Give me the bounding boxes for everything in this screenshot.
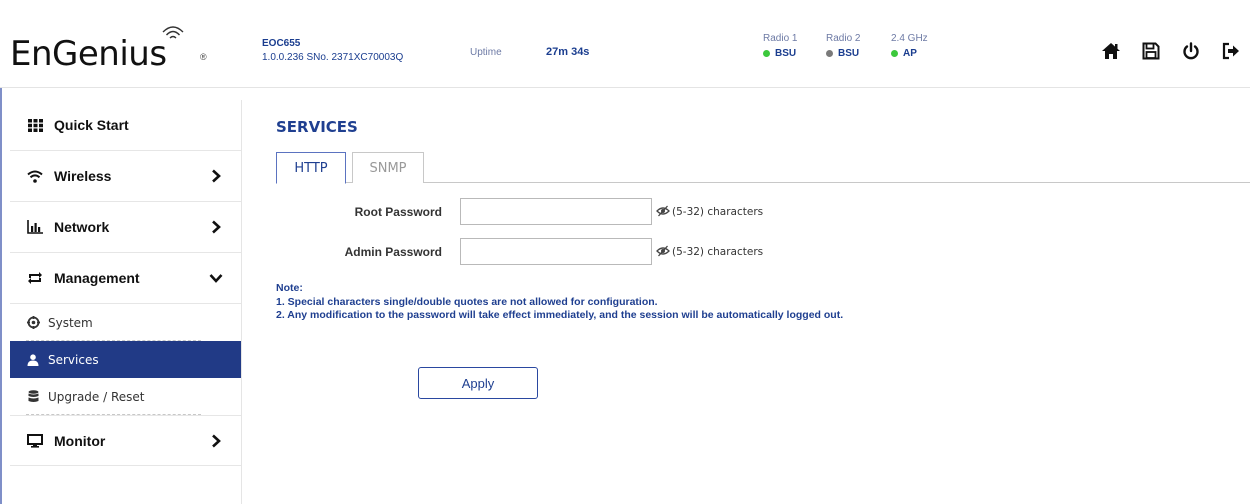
page-title: SERVICES — [276, 118, 358, 136]
radio-24ghz-status: 2.4 GHz AP — [891, 33, 928, 59]
chevron-right-icon — [212, 169, 221, 183]
home-icon[interactable] — [1100, 40, 1122, 62]
sidebar-item-label: Quick Start — [54, 117, 129, 133]
root-password-hint: (5-32) characters — [672, 206, 764, 218]
tab-bar: HTTP SNMP — [276, 152, 1250, 184]
root-password-row: Root Password (5-32) characters — [262, 198, 1250, 226]
radio-24ghz-label: 2.4 GHz — [891, 33, 928, 44]
database-icon — [26, 390, 40, 404]
main-content: SERVICES HTTP SNMP Root Password (5-32) … — [262, 100, 1250, 504]
sidebar-subitem-label: Upgrade / Reset — [48, 389, 145, 404]
sidebar-item-label: Network — [54, 219, 110, 235]
radio-24ghz-mode: AP — [903, 48, 917, 59]
note-block: Note: 1. Special characters single/doubl… — [276, 282, 843, 323]
device-firmware-serial: 1.0.0.236 SNo. 2371XC70003Q — [262, 52, 404, 63]
power-icon[interactable] — [1180, 40, 1202, 62]
sidebar-item-management[interactable]: Management — [10, 253, 241, 304]
radio-2-mode: BSU — [838, 48, 860, 59]
logo-registered-mark: ® — [200, 52, 207, 62]
radio-2-label: Radio 2 — [826, 33, 861, 44]
user-icon — [26, 353, 40, 367]
sidebar-subitem-services[interactable]: Services — [10, 341, 241, 378]
radio-2-status: Radio 2 BSU — [826, 33, 860, 59]
chevron-right-icon — [212, 220, 221, 234]
sidebar-item-quick-start[interactable]: Quick Start — [10, 100, 241, 151]
apply-button[interactable]: Apply — [418, 367, 538, 399]
uptime-label: Uptime — [470, 47, 502, 58]
sidebar-item-wireless[interactable]: Wireless — [10, 151, 241, 202]
gear-icon — [26, 316, 40, 330]
logo-wifi-icon — [162, 26, 184, 39]
admin-password-label: Admin Password — [344, 245, 442, 259]
logout-icon[interactable] — [1220, 40, 1242, 62]
sidebar-item-label: Wireless — [54, 168, 112, 184]
bar-chart-icon — [26, 218, 44, 236]
sidebar-subitem-system[interactable]: System — [10, 304, 241, 341]
sidebar-subitem-label: System — [48, 315, 93, 330]
sidebar-item-label: Monitor — [54, 432, 106, 449]
device-model: EOC655 — [262, 38, 301, 49]
tab-http[interactable]: HTTP — [276, 152, 346, 184]
radio-1-mode: BSU — [775, 48, 797, 59]
sidebar-item-monitor[interactable]: Monitor — [10, 415, 241, 466]
admin-password-hint: (5-32) characters — [672, 246, 764, 258]
sidebar-item-label: Management — [54, 270, 140, 286]
chevron-right-icon — [212, 434, 221, 448]
root-password-label: Root Password — [354, 205, 442, 219]
note-title: Note: — [276, 282, 303, 294]
status-dot-icon — [891, 50, 898, 57]
radio-1-label: Radio 1 — [763, 33, 798, 44]
eye-slash-icon[interactable] — [656, 205, 670, 217]
radio-1-status: Radio 1 BSU — [763, 33, 797, 59]
admin-password-input[interactable] — [460, 238, 652, 265]
brand-logo: EnGenius — [10, 34, 167, 74]
note-line-2: 2. Any modification to the password will… — [276, 309, 844, 321]
status-dot-icon — [826, 50, 833, 57]
status-dot-icon — [763, 50, 770, 57]
sidebar-item-network[interactable]: Network — [10, 202, 241, 253]
header-actions — [1100, 40, 1242, 62]
header-bar: EnGenius ® EOC655 1.0.0.236 SNo. 2371XC7… — [0, 0, 1250, 88]
management-icon — [26, 269, 44, 287]
monitor-icon — [26, 432, 44, 450]
root-password-input[interactable] — [460, 198, 652, 225]
admin-password-row: Admin Password (5-32) characters — [262, 238, 1250, 266]
save-icon[interactable] — [1140, 40, 1162, 62]
note-line-1: 1. Special characters single/double quot… — [276, 295, 658, 308]
uptime-value: 27m 34s — [546, 46, 590, 58]
wifi-icon — [26, 167, 44, 185]
sidebar-subitem-label: Services — [48, 352, 99, 367]
sidebar-subitem-upgrade-reset[interactable]: Upgrade / Reset — [10, 378, 241, 415]
tab-snmp[interactable]: SNMP — [352, 152, 424, 183]
chevron-down-icon — [209, 274, 223, 283]
grid-icon — [26, 116, 44, 134]
sidebar-nav: Quick Start Wireless Network Management … — [10, 100, 242, 504]
eye-slash-icon[interactable] — [656, 245, 670, 257]
